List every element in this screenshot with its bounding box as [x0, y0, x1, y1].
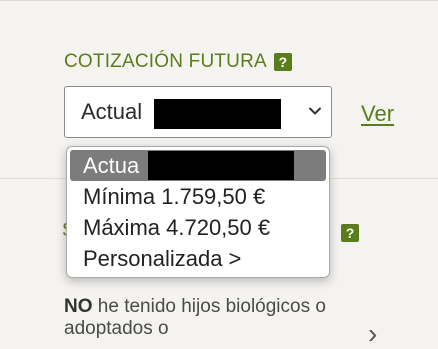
- quote-dropdown-list: Actua Mínima 1.759,50 € Máxima 4.720,50 …: [66, 146, 330, 278]
- option-label: Actua: [83, 153, 140, 178]
- ver-link[interactable]: Ver: [361, 101, 394, 127]
- option-personalizada[interactable]: Personalizada >: [67, 243, 329, 274]
- section-heading: COTIZACIÓN FUTURA ?: [64, 51, 292, 73]
- top-border: [0, 0, 438, 1]
- option-actual[interactable]: Actua: [70, 150, 326, 181]
- redaction-bar: [148, 151, 294, 180]
- children-option-label: he tenido hijos biológicos o adoptados o: [64, 296, 326, 339]
- option-minima[interactable]: Mínima 1.759,50 €: [67, 181, 329, 212]
- help-icon-2[interactable]: ?: [341, 224, 359, 242]
- select-value: Actual: [81, 99, 143, 124]
- redaction-bar: [154, 99, 281, 129]
- option-label: Personalizada >: [83, 246, 242, 271]
- option-maxima[interactable]: Máxima 4.720,50 €: [67, 212, 329, 243]
- option-label: Máxima 4.720,50 €: [83, 215, 271, 240]
- section-title: COTIZACIÓN FUTURA: [64, 51, 267, 72]
- chevron-down-icon: [309, 107, 321, 115]
- children-option-bold: NO: [64, 296, 93, 317]
- option-label: Mínima 1.759,50 €: [83, 184, 266, 209]
- chevron-right-icon[interactable]: ›: [368, 320, 377, 348]
- children-option-text[interactable]: NO he tenido hijos biológicos o adoptado…: [64, 296, 364, 340]
- help-icon[interactable]: ?: [273, 53, 292, 71]
